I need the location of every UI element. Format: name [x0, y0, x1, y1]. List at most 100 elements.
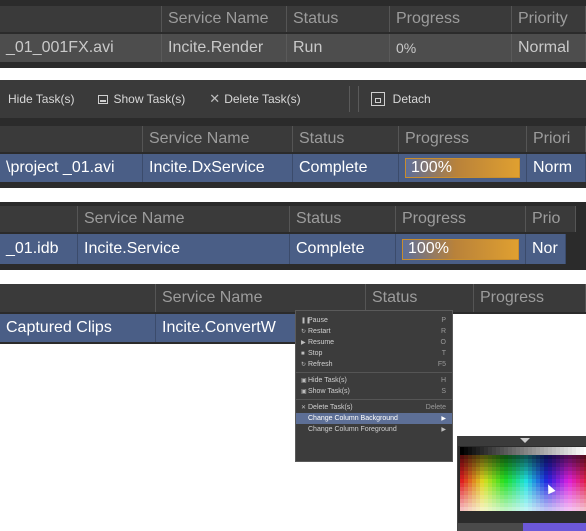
- progress-label: 100%: [411, 159, 452, 176]
- service-cell[interactable]: Incite.Service: [78, 234, 290, 264]
- menu-shortcut: Delete: [425, 404, 446, 411]
- task-panel-2: Hide Task(s) Show Task(s) ✕ Delete Task(s…: [0, 80, 586, 188]
- delete-tasks-button[interactable]: ✕ Delete Task(s): [201, 80, 308, 118]
- close-icon: ✕: [301, 405, 307, 411]
- picker-footer: [458, 523, 586, 531]
- priority-cell[interactable]: Norm: [527, 154, 586, 182]
- pause-icon: ❚❚: [301, 318, 312, 324]
- color-picker-popup: [457, 436, 586, 531]
- context-menu: ❚❚ Pause P ↻ Restart R ▶ Resume O ■ Stop T ↻ Refr…: [295, 310, 453, 462]
- task-toolbar: Hide Task(s) Show Task(s) ✕ Delete Task(s…: [0, 80, 586, 118]
- col-header-priority[interactable]: Prio: [526, 206, 576, 232]
- progress-cell[interactable]: 100%: [399, 154, 527, 182]
- menu-shortcut: F5: [437, 361, 446, 368]
- col-header-progress[interactable]: Progress: [399, 126, 527, 152]
- restart-icon: ↻: [301, 329, 307, 335]
- col-header-priority[interactable]: Priority: [512, 6, 586, 32]
- hide-tasks-button[interactable]: Hide Task(s): [0, 80, 82, 118]
- window-icon: [98, 94, 109, 104]
- column-header-row: Service Name Status Progress: [0, 284, 586, 312]
- window-icon: ▣: [301, 378, 307, 384]
- menu-shortcut: P: [441, 317, 446, 324]
- color-swatch-grid[interactable]: [460, 447, 586, 511]
- col-header-service[interactable]: Service Name: [78, 206, 290, 232]
- menu-divider: [296, 399, 452, 400]
- picker-header: [458, 436, 586, 446]
- priority-cell[interactable]: Nor: [526, 234, 566, 264]
- col-header-service[interactable]: Service Name: [156, 284, 366, 312]
- progress-cell[interactable]: 100%: [396, 234, 526, 264]
- show-tasks-button[interactable]: Show Task(s): [90, 80, 193, 118]
- hide-tasks-label: Hide Task(s): [8, 92, 75, 106]
- status-cell[interactable]: Run: [287, 34, 390, 62]
- menu-item-label: Delete Task(s): [308, 404, 353, 411]
- task-panel-1: Service Name Status Progress Priority _0…: [0, 0, 586, 68]
- priority-cell[interactable]: Normal: [512, 34, 586, 62]
- menu-item-show-tasks[interactable]: ▣ Show Task(s) S: [296, 386, 452, 397]
- toolbar-divider: [348, 86, 350, 112]
- col-header-progress[interactable]: Progress: [396, 206, 526, 232]
- menu-item-label: Change Column Foreground: [308, 426, 397, 433]
- refresh-icon: ↻: [301, 362, 307, 368]
- col-header-name[interactable]: [0, 6, 162, 32]
- menu-item-change-column-foreground[interactable]: Change Column Foreground ▶: [296, 424, 452, 435]
- menu-shortcut: R: [440, 328, 446, 335]
- col-header-name[interactable]: [0, 284, 156, 312]
- menu-item-stop[interactable]: ■ Stop T: [296, 348, 452, 359]
- col-header-service[interactable]: Service Name: [162, 6, 287, 32]
- service-cell[interactable]: Incite.DxService: [143, 154, 293, 182]
- col-header-progress[interactable]: Progress: [474, 284, 586, 312]
- column-header-row: Service Name Status Progress Priority: [0, 6, 586, 32]
- col-header-status[interactable]: Status: [293, 126, 399, 152]
- status-cell[interactable]: Complete: [290, 234, 396, 264]
- menu-item-label: Stop: [308, 350, 323, 357]
- delete-tasks-label: Delete Task(s): [224, 92, 301, 106]
- detach-button[interactable]: Detach: [363, 80, 439, 118]
- table-row[interactable]: _01_001FX.avi Incite.Render Run 0% Norma…: [0, 34, 586, 62]
- status-cell[interactable]: Complete: [293, 154, 399, 182]
- service-cell[interactable]: Incite.Render: [162, 34, 287, 62]
- col-header-progress[interactable]: Progress: [390, 6, 512, 32]
- menu-item-delete-tasks[interactable]: ✕ Delete Task(s) Delete: [296, 402, 452, 413]
- table-row[interactable]: \project _01.avi Incite.DxService Comple…: [0, 154, 586, 182]
- col-header-status[interactable]: Status: [290, 206, 396, 232]
- menu-item-hide-tasks[interactable]: ▣ Hide Task(s) H: [296, 375, 452, 386]
- menu-item-label: Restart: [308, 328, 331, 335]
- menu-item-pause[interactable]: ❚❚ Pause P: [296, 315, 452, 326]
- task-panel-3: Service Name Status Progress Prio _01.id…: [0, 202, 586, 270]
- progress-cell[interactable]: 0%: [390, 34, 512, 62]
- menu-item-restart[interactable]: ↻ Restart R: [296, 326, 452, 337]
- detach-icon: [370, 92, 385, 106]
- menu-item-change-column-background[interactable]: Change Column Background ▶: [296, 413, 452, 424]
- toolbar-divider: [357, 86, 359, 112]
- column-header-row: Service Name Status Progress Priori: [0, 126, 586, 152]
- col-header-priority[interactable]: Priori: [527, 126, 586, 152]
- submenu-arrow-icon: ▶: [441, 427, 446, 433]
- close-icon: ✕: [209, 91, 221, 106]
- task-name-cell[interactable]: \project _01.avi: [0, 154, 143, 182]
- task-name-cell[interactable]: _01_001FX.avi: [0, 34, 162, 62]
- menu-item-label: Change Column Background: [308, 415, 398, 422]
- menu-item-label: Resume: [308, 339, 335, 346]
- menu-shortcut: T: [441, 350, 446, 357]
- current-color-preview: [458, 523, 523, 531]
- col-header-status[interactable]: Status: [366, 284, 474, 312]
- task-name-cell[interactable]: _01.idb: [0, 234, 78, 264]
- progress-bar: 100%: [405, 158, 520, 178]
- col-header-name[interactable]: [0, 126, 143, 152]
- col-header-service[interactable]: Service Name: [143, 126, 293, 152]
- menu-item-refresh[interactable]: ↻ Refresh F5: [296, 359, 452, 370]
- menu-shortcut: S: [441, 388, 446, 395]
- service-cell[interactable]: Incite.ConvertW: [156, 314, 296, 342]
- caret-down-icon: [520, 438, 530, 443]
- task-name-cell[interactable]: Captured Clips: [0, 314, 156, 342]
- detach-label: Detach: [392, 92, 431, 106]
- menu-item-label: Show Task(s): [308, 388, 350, 395]
- menu-shortcut: O: [440, 339, 446, 346]
- col-header-name[interactable]: [0, 206, 78, 232]
- progress-label: 100%: [408, 240, 449, 257]
- menu-item-resume[interactable]: ▶ Resume O: [296, 337, 452, 348]
- show-tasks-label: Show Task(s): [113, 92, 186, 106]
- col-header-status[interactable]: Status: [287, 6, 390, 32]
- table-row[interactable]: _01.idb Incite.Service Complete 100% Nor: [0, 234, 586, 264]
